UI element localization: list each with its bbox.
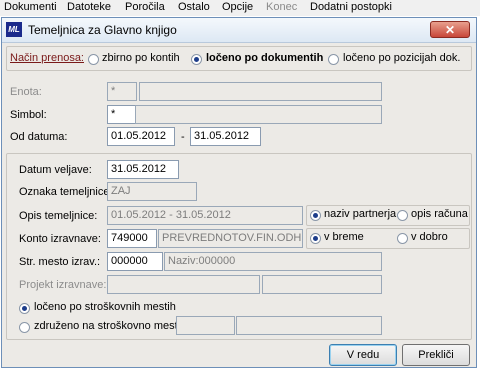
radio-loceno-po-dokumentih[interactable] — [191, 54, 202, 65]
konto-code-field[interactable]: 749000 — [107, 229, 157, 248]
menu-bar: Dokumenti Datoteke Poročila Ostalo Opcij… — [0, 0, 480, 16]
dialog-window: ML Temeljnica za Glavno knjigo ✕ Način p… — [1, 17, 477, 368]
radio-loceno-po-pozicijah[interactable] — [328, 54, 339, 65]
date-range-separator: - — [181, 131, 185, 143]
opis-label: Opis temeljnice: — [19, 210, 98, 222]
radio-naziv-partnerja-label: naziv partnerja — [324, 208, 397, 220]
radio-zbirno-po-kontih[interactable] — [88, 54, 99, 65]
menu-konec[interactable]: Konec — [266, 1, 297, 13]
menu-dokumenti[interactable]: Dokumenti — [4, 1, 57, 13]
menu-opcije[interactable]: Opcije — [222, 1, 253, 13]
projekt-code-field — [107, 275, 260, 294]
radio-opis-racuna-label: opis računa — [411, 208, 468, 220]
projekt-name-field — [262, 275, 382, 294]
radio-zdruzeno-na-stroskovno-mesto[interactable] — [19, 322, 30, 333]
simbol-name-field — [135, 105, 382, 124]
radio-loceno-dokumentih-label: ločeno po dokumentih — [206, 52, 324, 64]
radio-v-breme-label: v breme — [324, 231, 364, 243]
enota-label: Enota: — [10, 86, 42, 98]
radio-loceno-pozicijah-label: ločeno po pozicijah dok. — [343, 52, 461, 64]
radio-opis-racuna[interactable] — [397, 210, 408, 221]
datum-veljave-label: Datum veljave: — [19, 164, 92, 176]
date-range-label: Od datuma: — [10, 131, 68, 143]
radio-zbirno-label: zbirno po kontih — [102, 52, 180, 64]
opis-field: 01.05.2012 - 31.05.2012 — [107, 206, 303, 225]
radio-v-breme[interactable] — [310, 233, 321, 244]
date-from-field[interactable]: 01.05.2012 — [107, 127, 175, 146]
radio-loceno-stroskovnih-label: ločeno po stroškovnih mestih — [34, 301, 176, 313]
app-logo-icon: ML — [6, 22, 22, 37]
menu-porocila[interactable]: Poročila — [125, 1, 165, 13]
str-mesto-label: Str. mesto izrav.: — [19, 256, 101, 268]
projekt-label: Projekt izravnave: — [19, 279, 107, 291]
radio-zdruzeno-label: združeno na stroškovno mesto: — [34, 320, 187, 332]
radio-v-dobro-label: v dobro — [411, 231, 448, 243]
konto-label: Konto izravnave: — [19, 233, 101, 245]
oznaka-field: ZAJ — [107, 182, 197, 201]
window-title: Temeljnica za Glavno knjigo — [28, 23, 177, 37]
enota-code-field[interactable]: * — [107, 82, 137, 101]
simbol-label: Simbol: — [10, 109, 47, 121]
zdruzeno-code-field — [176, 316, 235, 335]
str-mesto-code-field[interactable]: 000000 — [107, 252, 163, 271]
close-button[interactable]: ✕ — [430, 21, 470, 38]
ok-button[interactable]: V redu — [329, 344, 397, 366]
oznaka-label: Oznaka temeljnice: — [19, 186, 113, 198]
konto-name-field: PREVREDNOTOV.FIN.ODH.-K — [158, 229, 303, 248]
enota-name-field — [139, 82, 382, 101]
menu-datoteke[interactable]: Datoteke — [67, 1, 111, 13]
transfer-mode-label[interactable]: Način prenosa: — [10, 52, 84, 64]
cancel-button[interactable]: Prekliči — [402, 344, 470, 366]
title-bar[interactable]: ML Temeljnica za Glavno knjigo ✕ — [2, 18, 476, 43]
radio-v-dobro[interactable] — [397, 233, 408, 244]
radio-naziv-partnerja[interactable] — [310, 210, 321, 221]
menu-dodatni-postopki[interactable]: Dodatni postopki — [310, 1, 392, 13]
menu-ostalo[interactable]: Ostalo — [178, 1, 210, 13]
str-mesto-name-field: Naziv:000000 — [164, 252, 382, 271]
date-to-field[interactable]: 31.05.2012 — [190, 127, 261, 146]
datum-veljave-field[interactable]: 31.05.2012 — [107, 160, 179, 179]
radio-loceno-po-stroskovnih-mestih[interactable] — [19, 303, 30, 314]
simbol-code-field[interactable]: * — [107, 105, 137, 124]
zdruzeno-name-field — [236, 316, 382, 335]
